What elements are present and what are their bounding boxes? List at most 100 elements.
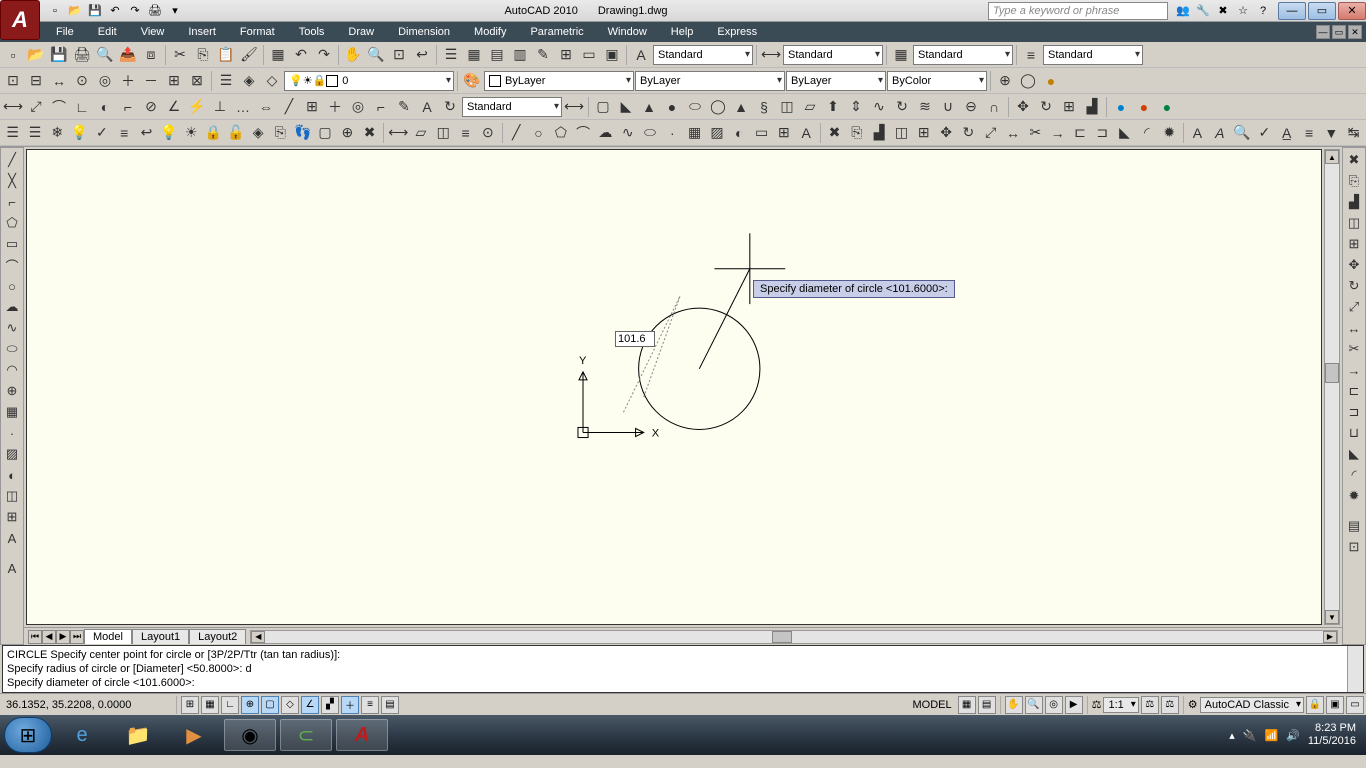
area-icon[interactable]: ▱ (410, 122, 431, 144)
dim-diameter-icon[interactable]: ⊘ (140, 96, 162, 118)
dim-arc-icon[interactable]: ⌒ (48, 96, 70, 118)
command-window[interactable]: CIRCLE Specify center point for circle o… (2, 645, 1364, 693)
3drotate-icon[interactable]: ↻ (1035, 96, 1057, 118)
dim-angular-icon[interactable]: ∠ (163, 96, 185, 118)
view-icon[interactable]: ◯ (1017, 70, 1039, 92)
dynamic-input[interactable]: 101.6 (615, 331, 655, 347)
toolpalettes-icon[interactable]: ▤ (486, 44, 508, 66)
help-icon[interactable]: ? (1254, 2, 1272, 20)
explode-icon[interactable]: ✹ (1344, 486, 1364, 506)
ellarc-icon[interactable]: ◠ (2, 360, 22, 380)
visualstyle-3-icon[interactable]: ● (1156, 96, 1178, 118)
mlstyle-icon[interactable]: ≡ (1020, 44, 1042, 66)
start-button[interactable]: ⊞ (4, 717, 52, 753)
save-icon[interactable]: 💾 (86, 2, 104, 20)
mlstyle-dropdown[interactable]: Standard (1043, 45, 1143, 65)
loft-icon[interactable]: ≋ (914, 96, 936, 118)
zoom-object-icon[interactable]: ◎ (94, 70, 116, 92)
draw-spline-icon[interactable]: ∿ (617, 122, 638, 144)
stretch-icon[interactable]: ↔ (1002, 122, 1023, 144)
union-icon[interactable]: ∪ (937, 96, 959, 118)
trim-icon[interactable]: ✂ (1025, 122, 1046, 144)
hatch-icon[interactable]: ▨ (2, 444, 22, 464)
camtasia-icon[interactable]: ⊂ (280, 719, 332, 751)
ellipse-icon[interactable]: ⬭ (2, 339, 22, 359)
plotstyle-dropdown[interactable]: ByColor (887, 71, 987, 91)
dimstyle-icon[interactable]: ⟷ (760, 44, 782, 66)
menu-dimension[interactable]: Dimension (388, 24, 460, 40)
solid-wedge-icon[interactable]: ◣ (615, 96, 637, 118)
textstyle-dropdown[interactable]: Standard (653, 45, 753, 65)
extrude-icon[interactable]: ⬆ (822, 96, 844, 118)
tab-next-icon[interactable]: ▶ (56, 630, 70, 644)
grid-toggle[interactable]: ▦ (201, 696, 219, 714)
fillet-icon[interactable]: ◜ (1136, 122, 1157, 144)
pline-icon[interactable]: ⌐ (2, 192, 22, 212)
otrack-toggle[interactable]: ∠ (301, 696, 319, 714)
wmp-icon[interactable]: ▶ (168, 719, 220, 751)
zoom-rt-icon[interactable]: 🔍 (365, 44, 387, 66)
layer-iso-icon[interactable]: ☰ (2, 122, 23, 144)
dim-space-icon[interactable]: ⇔ (255, 96, 277, 118)
zoom-icon[interactable]: 🔍 (1025, 696, 1043, 714)
tablestyle-icon[interactable]: ▦ (890, 44, 912, 66)
circle-icon[interactable]: ○ (2, 276, 22, 296)
render-icon[interactable]: ● (1040, 70, 1062, 92)
break-icon[interactable]: ⊐ (1344, 402, 1364, 422)
zoom-window-icon[interactable]: ⊡ (2, 70, 24, 92)
scroll-left-icon[interactable]: ◀ (251, 631, 265, 643)
3ddwf-icon[interactable]: ⧈ (140, 44, 162, 66)
menu-format[interactable]: Format (230, 24, 285, 40)
autocad-task-icon[interactable]: A (336, 719, 388, 751)
rotate-icon[interactable]: ↻ (1344, 276, 1364, 296)
draw-revcloud-icon[interactable]: ☁ (595, 122, 616, 144)
child-close-button[interactable]: ✕ (1348, 25, 1362, 39)
zoom-all-icon[interactable]: ⊞ (163, 70, 185, 92)
revolve-icon[interactable]: ↻ (891, 96, 913, 118)
gradient-icon[interactable]: ◐ (2, 465, 22, 485)
layer-off-icon[interactable]: 💡 (69, 122, 90, 144)
cleanscreen-icon[interactable]: ▣ (601, 44, 623, 66)
layer-make-icon[interactable]: ✓ (91, 122, 112, 144)
ie-icon[interactable]: e (56, 719, 108, 751)
new-icon[interactable]: ▫ (46, 2, 64, 20)
dim-aligned-icon[interactable]: ⤢ (25, 96, 47, 118)
id-icon[interactable]: ⊙ (477, 122, 498, 144)
redo-icon[interactable]: ↷ (313, 44, 335, 66)
join-icon[interactable]: ⊔ (1344, 423, 1364, 443)
vertical-scrollbar[interactable]: ▲ ▼ (1324, 149, 1340, 625)
3dmirror-icon[interactable]: ▟ (1081, 96, 1103, 118)
centermark-icon[interactable]: ＋ (324, 96, 346, 118)
dim-break-icon[interactable]: ╱ (278, 96, 300, 118)
rotate-icon[interactable]: ↻ (958, 122, 979, 144)
pan-icon[interactable]: ✋ (1005, 696, 1023, 714)
copy-icon[interactable]: ⎘ (1344, 171, 1364, 191)
draw-line-icon[interactable]: ╱ (506, 122, 527, 144)
tab-last-icon[interactable]: ⏭ (70, 630, 84, 644)
sheetset-icon[interactable]: ▥ (509, 44, 531, 66)
3dmove-icon[interactable]: ✥ (1012, 96, 1034, 118)
layerfilter-icon[interactable]: ◇ (261, 70, 283, 92)
zoom-center-icon[interactable]: ⊙ (71, 70, 93, 92)
arc-icon[interactable]: ⌒ (2, 255, 22, 275)
rectangle-icon[interactable]: ▭ (2, 234, 22, 254)
revcloud-icon[interactable]: ☁ (2, 297, 22, 317)
print-icon[interactable]: 🖨 (146, 2, 164, 20)
dimedit-icon[interactable]: ✎ (393, 96, 415, 118)
menu-tools[interactable]: Tools (289, 24, 335, 40)
visualstyle-icon[interactable]: ● (1110, 96, 1132, 118)
stretch-icon[interactable]: ↔ (1344, 318, 1364, 338)
dimstyle-current-dropdown[interactable]: Standard (462, 97, 562, 117)
solid-sphere-icon[interactable]: ● (661, 96, 683, 118)
constrain-icon[interactable]: ⊡ (1344, 537, 1364, 557)
menu-edit[interactable]: Edit (88, 24, 127, 40)
dim-continue-icon[interactable]: … (232, 96, 254, 118)
region-icon[interactable]: ◫ (2, 486, 22, 506)
layer-vpfrz-icon[interactable]: ▢ (314, 122, 335, 144)
menu-help[interactable]: Help (661, 24, 704, 40)
annovis-icon[interactable]: ⚖ (1141, 696, 1159, 714)
dimupdate-icon[interactable]: ↻ (439, 96, 461, 118)
array-icon[interactable]: ⊞ (913, 122, 934, 144)
preview-icon[interactable]: 🔍 (94, 44, 116, 66)
blockeditor-icon[interactable]: ▦ (267, 44, 289, 66)
